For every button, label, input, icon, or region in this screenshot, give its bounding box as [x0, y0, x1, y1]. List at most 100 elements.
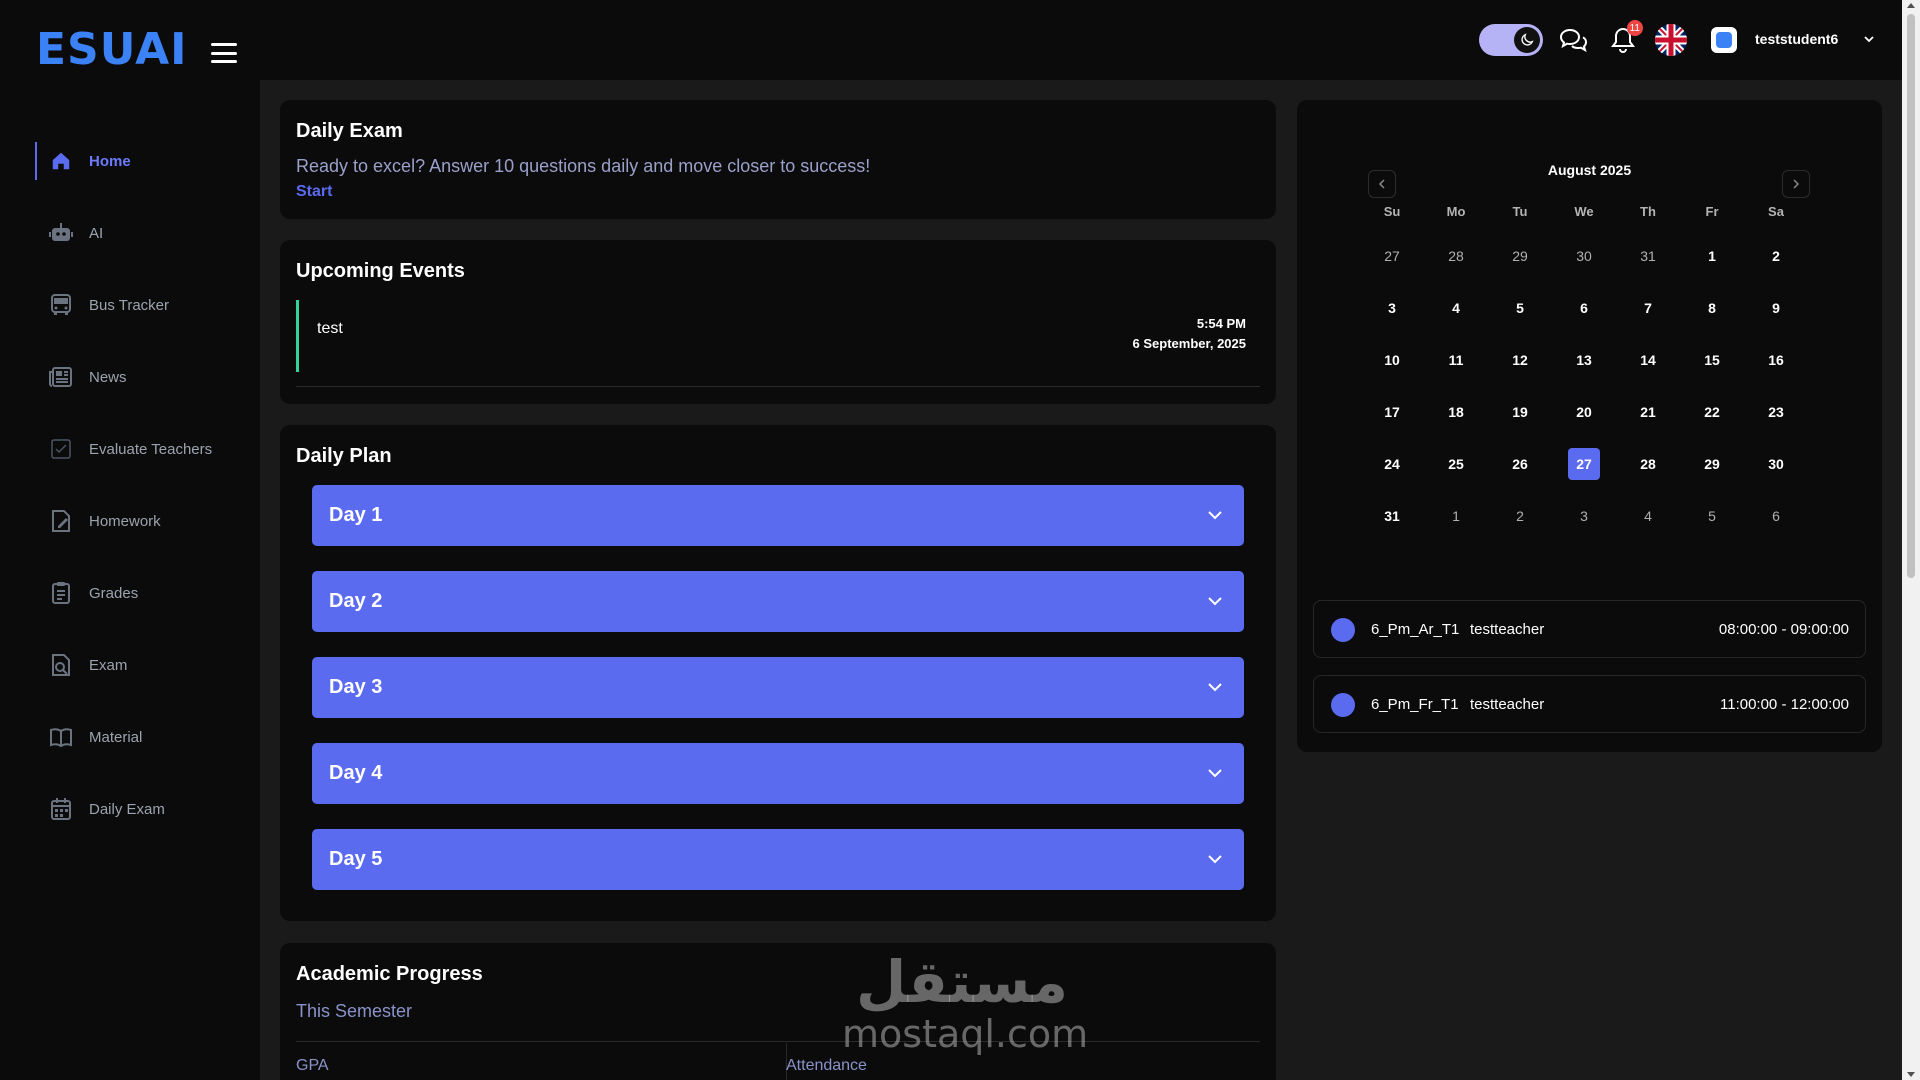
theme-toggle[interactable] — [1479, 24, 1543, 56]
schedule-slot[interactable]: 6_Pm_Fr_T1 testteacher 11:00:00 - 12:00:… — [1313, 675, 1866, 733]
calendar-day[interactable]: 10 — [1372, 344, 1412, 376]
calendar-day[interactable]: 31 — [1372, 500, 1412, 532]
calendar-day[interactable]: 5 — [1692, 500, 1732, 532]
accordion-day-5[interactable]: Day 5 — [312, 829, 1244, 890]
calendar-day[interactable]: 28 — [1628, 448, 1668, 480]
calendar-day[interactable]: 21 — [1628, 396, 1668, 428]
calendar-day[interactable]: 19 — [1500, 396, 1540, 428]
uk-flag-icon[interactable] — [1655, 24, 1687, 56]
accordion-label: Day 3 — [329, 676, 383, 698]
sidebar-item-ai[interactable]: AI — [35, 214, 255, 252]
scroll-up-arrow[interactable] — [1907, 3, 1915, 8]
chevron-down-icon — [1206, 678, 1224, 696]
calendar-day[interactable]: 30 — [1756, 448, 1796, 480]
calendar-day[interactable]: 20 — [1564, 396, 1604, 428]
calendar-day[interactable]: 1 — [1436, 500, 1476, 532]
sidebar-item-material[interactable]: Material — [35, 718, 255, 756]
calendar-day[interactable]: 5 — [1500, 292, 1540, 324]
top-header: ESUAI 11 teststudent6 — [0, 0, 1902, 80]
weekday-header: Su — [1383, 204, 1401, 219]
accordion-day-4[interactable]: Day 4 — [312, 743, 1244, 804]
home-icon — [49, 149, 73, 173]
moon-icon — [1514, 27, 1540, 53]
calendar-day[interactable]: 11 — [1436, 344, 1476, 376]
book-icon — [49, 725, 73, 749]
calendar-day[interactable]: 2 — [1756, 240, 1796, 272]
next-month-button[interactable] — [1782, 170, 1810, 198]
calendar-day[interactable]: 24 — [1372, 448, 1412, 480]
calendar-day[interactable]: 16 — [1756, 344, 1796, 376]
calendar-day[interactable]: 4 — [1436, 292, 1476, 324]
scroll-thumb[interactable] — [1907, 14, 1915, 578]
accordion-day-3[interactable]: Day 3 — [312, 657, 1244, 718]
calendar-day[interactable]: 3 — [1564, 500, 1604, 532]
logo[interactable]: ESUAI — [36, 24, 188, 75]
calendar-day[interactable]: 13 — [1564, 344, 1604, 376]
scroll-down-arrow[interactable] — [1907, 1072, 1915, 1077]
sidebar-item-grades[interactable]: Grades — [35, 574, 255, 612]
sidebar-item-exam[interactable]: Exam — [35, 646, 255, 684]
calendar-day[interactable]: 23 — [1756, 396, 1796, 428]
weekday-header: Tu — [1512, 204, 1528, 219]
calendar-day[interactable]: 27 — [1372, 240, 1412, 272]
card-subtitle: This Semester — [296, 1001, 413, 1021]
sidebar-item-home[interactable]: Home — [35, 142, 255, 180]
slot-teacher: testteacher — [1470, 696, 1545, 713]
weekday-header: Th — [1640, 204, 1656, 219]
calendar-day[interactable]: 17 — [1372, 396, 1412, 428]
accordion-label: Day 1 — [329, 504, 383, 526]
calendar-day[interactable]: 3 — [1372, 292, 1412, 324]
start-exam-link[interactable]: Start — [296, 183, 332, 201]
calendar-day[interactable]: 28 — [1436, 240, 1476, 272]
slot-code: 6_Pm_Fr_T1 — [1371, 696, 1459, 713]
accordion-day-1[interactable]: Day 1 — [312, 485, 1244, 546]
calendar-day[interactable]: 9 — [1756, 292, 1796, 324]
calendar-card: August 2025 Su Mo Tu We Th Fr Sa 27 28 29 30 31 1 2 3 4… — [1297, 100, 1882, 752]
sidebar-item-evaluate-teachers[interactable]: Evaluate Teachers — [35, 430, 255, 468]
accordion-day-2[interactable]: Day 2 — [312, 571, 1244, 632]
sidebar-item-label: Grades — [89, 584, 139, 602]
calendar-day[interactable]: 31 — [1628, 240, 1668, 272]
calendar-day[interactable]: 6 — [1756, 500, 1796, 532]
calendar-day[interactable]: 25 — [1436, 448, 1476, 480]
calendar-day[interactable]: 15 — [1692, 344, 1732, 376]
chat-icon[interactable] — [1557, 24, 1589, 56]
card-title: Daily Plan — [296, 445, 392, 467]
calendar-day[interactable]: 29 — [1692, 448, 1732, 480]
sidebar-item-label: Exam — [89, 656, 128, 674]
weekday-header: Fr — [1705, 204, 1719, 219]
calendar-day[interactable]: 18 — [1436, 396, 1476, 428]
calendar-day[interactable]: 6 — [1564, 292, 1604, 324]
sidebar-item-homework[interactable]: Homework — [35, 502, 255, 540]
calendar-day[interactable]: 14 — [1628, 344, 1668, 376]
avatar[interactable] — [1711, 27, 1737, 53]
calendar-day[interactable]: 1 — [1692, 240, 1732, 272]
divider — [296, 386, 1260, 387]
event-name: test — [317, 320, 343, 337]
calendar-day[interactable]: 26 — [1500, 448, 1540, 480]
calendar-day-today[interactable]: 27 — [1568, 448, 1600, 480]
calendar-day[interactable]: 12 — [1500, 344, 1540, 376]
accordion-label: Day 4 — [329, 762, 383, 784]
username[interactable]: teststudent6 — [1755, 31, 1838, 47]
gpa-stat: GPA — [280, 1043, 786, 1080]
sidebar-item-daily-exam[interactable]: Daily Exam — [35, 790, 255, 828]
page-scrollbar[interactable] — [1902, 0, 1920, 1080]
calendar-day[interactable]: 8 — [1692, 292, 1732, 324]
calendar-day[interactable]: 4 — [1628, 500, 1668, 532]
calendar-day[interactable]: 2 — [1500, 500, 1540, 532]
bell-icon[interactable]: 11 — [1607, 20, 1643, 56]
sidebar-item-news[interactable]: News — [35, 358, 255, 396]
calendar-day[interactable]: 29 — [1500, 240, 1540, 272]
calendar-day[interactable]: 30 — [1564, 240, 1604, 272]
calendar-day[interactable]: 7 — [1628, 292, 1668, 324]
chevron-down-icon[interactable] — [1862, 32, 1876, 46]
upcoming-events-card: Upcoming Events test 5:54 PM 6 September… — [280, 240, 1276, 404]
sidebar-item-bus-tracker[interactable]: Bus Tracker — [35, 286, 255, 324]
event-item[interactable]: test 5:54 PM 6 September, 2025 — [296, 300, 1260, 372]
sidebar-item-label: Homework — [89, 512, 161, 530]
schedule-slot[interactable]: 6_Pm_Ar_T1 testteacher 08:00:00 - 09:00:… — [1313, 600, 1866, 658]
sidebar: Home AI Bus Tracker News Evaluate Teache… — [0, 80, 260, 1080]
menu-toggle-button[interactable] — [211, 43, 237, 63]
calendar-day[interactable]: 22 — [1692, 396, 1732, 428]
